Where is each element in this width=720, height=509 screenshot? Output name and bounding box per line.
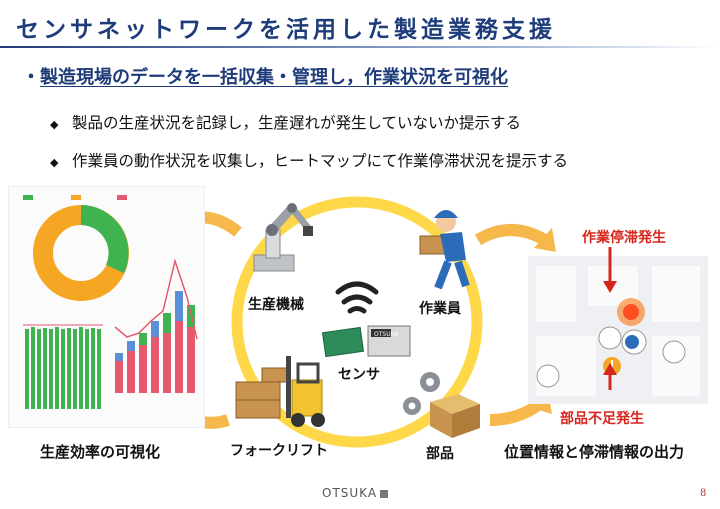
footer-logo-text: OTSUKA: [322, 486, 378, 500]
dashboard-graphic: [23, 195, 198, 409]
label-efficiency: 生産効率の可視化: [40, 443, 161, 461]
label-forklift: フォークリフト: [230, 443, 328, 459]
arrow-down-icon: [603, 281, 617, 293]
arrow-up-icon: [603, 363, 617, 375]
headline-text: 製造現場のデータを一括収集・管理し，作業状況を可視化: [40, 67, 508, 88]
label-sensor: センサ: [338, 367, 380, 383]
page-number: 8: [700, 488, 707, 499]
slide-title: センサネットワークを活用した製造業務支援: [16, 17, 556, 43]
label-location: 位置情報と停滞情報の出力: [504, 443, 685, 461]
diamond-icon: ◆: [50, 118, 59, 131]
arrow-to-map: [474, 224, 548, 246]
green-bar-chart: [25, 327, 101, 409]
diamond-icon: ◆: [50, 156, 59, 169]
wifi-marker-icon: [536, 364, 560, 388]
headline-bullet: ・: [22, 67, 40, 88]
arrow-to-map-bottom: [489, 397, 546, 426]
logo-mark-icon: [380, 489, 389, 498]
label-stall: 作業停滞発生: [582, 230, 666, 246]
point-2: ◆ 作業員の動作状況を収集し，ヒートマップにて作業停滞状況を提示する: [50, 149, 568, 171]
callout-arrows: [603, 247, 617, 390]
point-1-text: 製品の生産状況を記録し，生産遅れが発生していないか提示する: [72, 114, 522, 132]
label-machine: 生産機械: [248, 297, 304, 313]
footer-logo: OTSUKA: [322, 486, 389, 500]
donut-green: [80, 205, 129, 274]
efficiency-dashboard: [8, 186, 205, 428]
sensor-tag: OTSUKA: [374, 331, 399, 338]
stacked-bar-chart: [115, 291, 195, 393]
title-underline: [0, 46, 720, 48]
label-worker: 作業員: [419, 301, 461, 317]
point-1: ◆ 製品の生産状況を記録し，生産遅れが発生していないか提示する: [50, 111, 521, 133]
label-parts: 部品: [426, 446, 454, 462]
point-2-text: 作業員の動作状況を収集し，ヒートマップにて作業停滞状況を提示する: [72, 152, 569, 170]
wifi-marker-icon: [662, 340, 686, 364]
headline: ・製造現場のデータを一括収集・管理し，作業状況を可視化: [22, 63, 508, 89]
label-shortage: 部品不足発生: [560, 411, 644, 427]
